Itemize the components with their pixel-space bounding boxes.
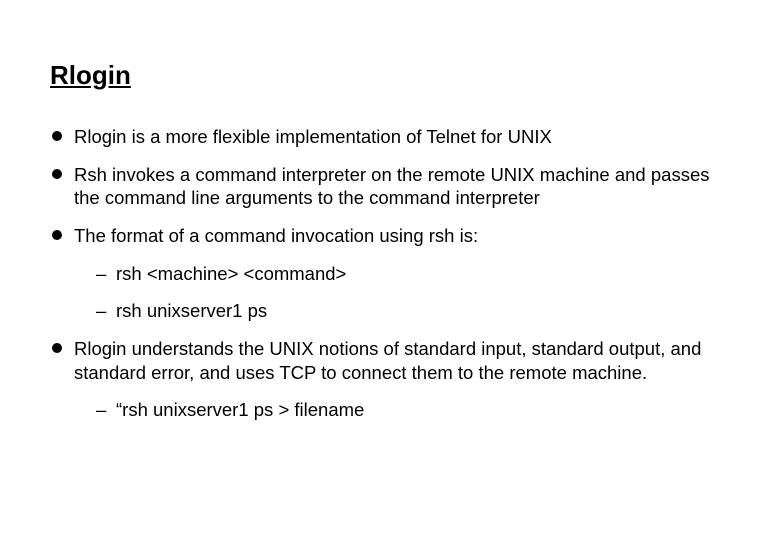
sub-item: rsh unixserver1 ps — [96, 299, 730, 323]
bullet-text: Rlogin is a more flexible implementation… — [74, 126, 552, 147]
bullet-text: Rlogin understands the UNIX notions of s… — [74, 338, 701, 383]
sub-list: rsh <machine> <command> rsh unixserver1 … — [96, 262, 730, 323]
bullet-list: Rlogin is a more flexible implementation… — [50, 125, 730, 422]
bullet-item: Rlogin understands the UNIX notions of s… — [50, 337, 730, 422]
bullet-item: Rsh invokes a command interpreter on the… — [50, 163, 730, 210]
sub-text: “rsh unixserver1 ps > filename — [116, 399, 364, 420]
sub-text: rsh <machine> <command> — [116, 263, 346, 284]
bullet-item: Rlogin is a more flexible implementation… — [50, 125, 730, 149]
sub-item: “rsh unixserver1 ps > filename — [96, 398, 730, 422]
sub-list: “rsh unixserver1 ps > filename — [96, 398, 730, 422]
slide-title: Rlogin — [50, 60, 730, 91]
bullet-item: The format of a command invocation using… — [50, 224, 730, 323]
bullet-text: The format of a command invocation using… — [74, 225, 478, 246]
sub-text: rsh unixserver1 ps — [116, 300, 267, 321]
slide: Rlogin Rlogin is a more flexible impleme… — [0, 0, 780, 476]
sub-item: rsh <machine> <command> — [96, 262, 730, 286]
bullet-text: Rsh invokes a command interpreter on the… — [74, 164, 709, 209]
